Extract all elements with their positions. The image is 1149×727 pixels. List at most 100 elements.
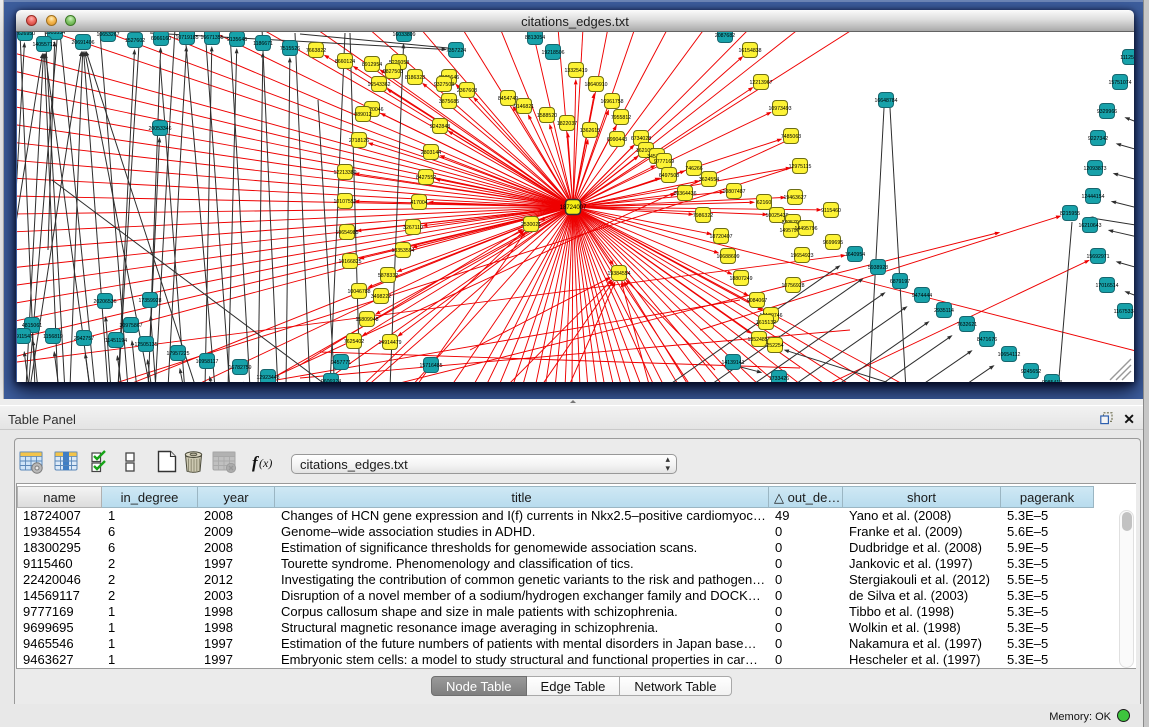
svg-text:20364436: 20364436 bbox=[673, 191, 696, 197]
svg-text:12093873: 12093873 bbox=[1083, 166, 1106, 172]
svg-text:(x): (x) bbox=[259, 456, 272, 470]
svg-text:1112544: 1112544 bbox=[1120, 55, 1134, 61]
svg-text:7663822: 7663822 bbox=[306, 48, 326, 54]
svg-text:62160: 62160 bbox=[757, 200, 772, 206]
svg-text:17359928: 17359928 bbox=[138, 298, 161, 304]
svg-text:2942757: 2942757 bbox=[74, 336, 94, 342]
svg-text:1822037: 1822037 bbox=[557, 121, 577, 127]
svg-text:8660124: 8660124 bbox=[335, 59, 355, 65]
svg-text:18807249: 18807249 bbox=[729, 276, 752, 282]
svg-text:2530021: 2530021 bbox=[521, 222, 541, 228]
svg-text:9085413: 9085413 bbox=[1042, 380, 1062, 382]
svg-text:417004: 417004 bbox=[410, 200, 427, 206]
svg-text:9146821: 9146821 bbox=[514, 104, 534, 110]
svg-text:12923448: 12923448 bbox=[256, 375, 279, 381]
svg-text:15692971: 15692971 bbox=[1086, 254, 1109, 260]
svg-text:10653267: 10653267 bbox=[96, 32, 119, 38]
svg-text:9606924: 9606924 bbox=[321, 379, 341, 382]
svg-text:17016514: 17016514 bbox=[1095, 283, 1118, 289]
svg-text:14495796: 14495796 bbox=[794, 226, 817, 232]
svg-text:8912954: 8912954 bbox=[362, 62, 382, 68]
svg-text:11451194: 11451194 bbox=[105, 338, 127, 344]
svg-text:9474444: 9474444 bbox=[912, 293, 932, 299]
svg-text:16154838: 16154838 bbox=[738, 48, 761, 54]
svg-text:9699695: 9699695 bbox=[823, 240, 843, 246]
svg-text:1640954: 1640954 bbox=[845, 252, 865, 258]
svg-text:9457771: 9457771 bbox=[331, 360, 351, 366]
svg-text:19463627: 19463627 bbox=[783, 195, 806, 201]
svg-text:9329966: 9329966 bbox=[1097, 109, 1117, 115]
svg-text:8813054: 8813054 bbox=[525, 35, 545, 41]
svg-text:8215955: 8215955 bbox=[1060, 211, 1080, 217]
svg-text:9327503: 9327503 bbox=[434, 82, 454, 88]
svg-text:10973493: 10973493 bbox=[768, 106, 791, 112]
svg-text:14139141: 14139141 bbox=[721, 360, 744, 366]
svg-text:5878332: 5878332 bbox=[378, 273, 398, 279]
svg-text:2367608: 2367608 bbox=[457, 88, 477, 94]
svg-text:8186323: 8186323 bbox=[405, 75, 425, 81]
svg-text:3498222: 3498222 bbox=[371, 294, 391, 300]
svg-text:10719185: 10719185 bbox=[175, 35, 198, 41]
svg-text:8427552: 8427552 bbox=[416, 175, 436, 181]
svg-text:1733426: 1733426 bbox=[769, 376, 789, 382]
svg-text:1186671: 1186671 bbox=[253, 41, 273, 47]
svg-text:7955812: 7955812 bbox=[611, 115, 631, 121]
svg-text:16782759: 16782759 bbox=[228, 365, 251, 371]
svg-text:14914479: 14914479 bbox=[378, 340, 401, 346]
svg-text:3911547: 3911547 bbox=[17, 334, 33, 340]
svg-text:10688609: 10688609 bbox=[716, 254, 739, 260]
svg-text:3624554: 3624554 bbox=[699, 177, 719, 183]
svg-text:6990443: 6990443 bbox=[607, 137, 627, 143]
svg-text:7485063: 7485063 bbox=[781, 134, 801, 140]
svg-text:7986322: 7986322 bbox=[693, 213, 713, 219]
svg-text:18724007: 18724007 bbox=[560, 205, 587, 211]
svg-text:3267110: 3267110 bbox=[403, 225, 423, 231]
svg-text:13325419: 13325419 bbox=[564, 68, 587, 74]
svg-text:7357224: 7357224 bbox=[446, 48, 466, 54]
svg-text:10958117: 10958117 bbox=[196, 359, 219, 365]
svg-text:16671355: 16671355 bbox=[200, 35, 223, 41]
svg-text:2626950: 2626950 bbox=[17, 32, 35, 37]
svg-text:11675338: 11675338 bbox=[1114, 309, 1134, 315]
svg-text:16648784: 16648784 bbox=[874, 98, 897, 104]
svg-text:746266: 746266 bbox=[685, 166, 702, 172]
svg-text:16033809: 16033809 bbox=[392, 32, 415, 38]
svg-text:15809948: 15809948 bbox=[355, 317, 378, 323]
svg-text:10107552: 10107552 bbox=[333, 199, 356, 205]
svg-text:19218506: 19218506 bbox=[541, 50, 564, 56]
svg-text:1156819: 1156819 bbox=[43, 334, 63, 340]
svg-text:2935114: 2935114 bbox=[934, 308, 954, 314]
svg-text:20206536: 20206536 bbox=[93, 299, 116, 305]
svg-text:9135646: 9135646 bbox=[227, 37, 247, 43]
svg-text:6879197: 6879197 bbox=[890, 279, 910, 285]
svg-text:12213967: 12213967 bbox=[749, 80, 772, 86]
svg-text:5938928: 5938928 bbox=[868, 265, 888, 271]
svg-text:19654985: 19654985 bbox=[335, 230, 358, 236]
svg-text:16543362: 16543362 bbox=[367, 82, 390, 88]
svg-text:15751074: 15751074 bbox=[1108, 80, 1131, 86]
svg-text:9084067: 9084067 bbox=[747, 298, 767, 304]
svg-text:16961758: 16961758 bbox=[600, 99, 623, 105]
svg-text:2087682: 2087682 bbox=[715, 33, 735, 39]
svg-text:8471676: 8471676 bbox=[977, 337, 997, 343]
svg-text:14055712: 14055712 bbox=[32, 42, 55, 48]
svg-text:12213389: 12213389 bbox=[333, 170, 356, 176]
svg-text:13353594: 13353594 bbox=[391, 248, 414, 254]
svg-text:1905534: 1905534 bbox=[45, 32, 65, 36]
svg-text:6734028: 6734028 bbox=[631, 136, 651, 142]
svg-text:12444154: 12444154 bbox=[1081, 194, 1104, 200]
svg-text:989012: 989012 bbox=[354, 112, 371, 118]
svg-text:2718126: 2718126 bbox=[349, 138, 369, 144]
svg-text:10654112: 10654112 bbox=[998, 352, 1021, 358]
svg-text:9227342: 9227342 bbox=[1088, 136, 1108, 142]
svg-text:12975115: 12975115 bbox=[789, 164, 812, 170]
svg-text:12505135: 12505135 bbox=[134, 342, 157, 348]
svg-text:7515526: 7515526 bbox=[280, 46, 300, 52]
svg-text:30975867: 30975867 bbox=[119, 323, 142, 329]
svg-text:9115460: 9115460 bbox=[821, 208, 841, 214]
svg-text:1615132: 1615132 bbox=[756, 320, 776, 326]
svg-text:18640910: 18640910 bbox=[584, 82, 607, 88]
svg-text:8454749: 8454749 bbox=[498, 96, 518, 102]
svg-text:7632621: 7632621 bbox=[957, 322, 977, 328]
svg-text:10756928: 10756928 bbox=[781, 283, 804, 289]
